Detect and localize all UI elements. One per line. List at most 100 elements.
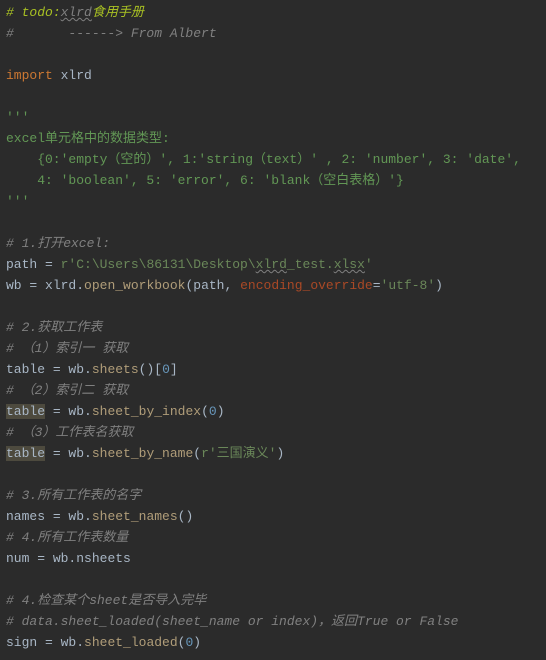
dot: . (84, 404, 92, 419)
var-table-hl: table (6, 404, 45, 419)
code-line: # todo:xlrd食用手册 (6, 2, 540, 23)
var-wb: wb (6, 278, 22, 293)
dot: . (76, 278, 84, 293)
dot: . (84, 509, 92, 524)
op-eq: = (37, 257, 60, 272)
comment-rest: 食用手册 (92, 5, 144, 20)
code-line: import xlrd (6, 65, 540, 86)
number: 0 (209, 404, 217, 419)
code-line: path = r'C:\Users\86131\Desktop\xlrd_tes… (6, 254, 540, 275)
var-names: names (6, 509, 45, 524)
parens: () (178, 509, 194, 524)
comment: # 1.打开excel: (6, 236, 110, 251)
module-name: xlrd (61, 68, 92, 83)
code-line: # 4.检查某个sheet是否导入完毕 (6, 590, 540, 611)
code-line: sign = wb.sheet_loaded(0) (6, 632, 540, 653)
func-call: sheet_by_index (92, 404, 201, 419)
docstring: {0:'empty（空的）', 1:'string（text）' , 2: 'n… (6, 152, 521, 167)
var-wb: wb (61, 635, 77, 650)
code-line: num = wb.nsheets (6, 548, 540, 569)
bracket: ] (170, 362, 178, 377)
code-line: # （2）索引二 获取 (6, 380, 540, 401)
code-line: # 1.打开excel: (6, 233, 540, 254)
func-call: sheet_loaded (84, 635, 178, 650)
paren: ) (193, 635, 201, 650)
dot: . (84, 362, 92, 377)
comment-hash: # (6, 5, 22, 20)
docstring: excel单元格中的数据类型: (6, 131, 170, 146)
op-eq: = (29, 551, 52, 566)
brackets: ()[ (139, 362, 162, 377)
comment: # ------> From Albert (6, 26, 217, 41)
warn-text: xlrd (61, 5, 92, 20)
code-line: # 4.所有工作表数量 (6, 527, 540, 548)
string: r'C:\Users\86131\Desktop\ (61, 257, 256, 272)
paren: ( (201, 404, 209, 419)
code-line: table = wb.sheets()[0] (6, 359, 540, 380)
arg: path (193, 278, 224, 293)
func-call: sheet_by_name (92, 446, 193, 461)
var-sign: sign (6, 635, 37, 650)
var-wb: wb (68, 362, 84, 377)
comment: # （2）索引二 获取 (6, 383, 128, 398)
docstring-line: excel单元格中的数据类型: (6, 128, 540, 149)
op-eq: = (22, 278, 45, 293)
docstring-line: 4: 'boolean', 5: 'error', 6: 'blank（空白表格… (6, 170, 540, 191)
code-editor[interactable]: # todo:xlrd食用手册 # ------> From Albert im… (6, 2, 540, 653)
triple-quote: ''' (6, 110, 29, 125)
comment: # 2.获取工作表 (6, 320, 102, 335)
op-eq: = (45, 509, 68, 524)
paren: ) (435, 278, 443, 293)
blank-line (6, 464, 540, 485)
paren: ( (193, 446, 201, 461)
code-line: ''' (6, 107, 540, 128)
op-eq: = (45, 446, 68, 461)
string: ' (365, 257, 373, 272)
func-call: open_workbook (84, 278, 185, 293)
var-wb: wb (68, 404, 84, 419)
docstring-line: {0:'empty（空的）', 1:'string（text）' , 2: 'n… (6, 149, 540, 170)
blank-line (6, 296, 540, 317)
string: r'三国演义' (201, 446, 276, 461)
warn-text: xlrd (256, 257, 287, 272)
func-call: sheet_names (92, 509, 178, 524)
comment: # 3.所有工作表的名字 (6, 488, 141, 503)
code-line: names = wb.sheet_names() (6, 506, 540, 527)
comment: # （1）索引一 获取 (6, 341, 128, 356)
code-line: # 2.获取工作表 (6, 317, 540, 338)
var-table: table (6, 362, 45, 377)
code-line: # ------> From Albert (6, 23, 540, 44)
number: 0 (162, 362, 170, 377)
paren: ) (217, 404, 225, 419)
code-line: # （1）索引一 获取 (6, 338, 540, 359)
var-num: num (6, 551, 29, 566)
var-wb: wb (68, 509, 84, 524)
blank-line (6, 44, 540, 65)
comment: # （3）工作表名获取 (6, 425, 133, 440)
var-path: path (6, 257, 37, 272)
code-line: # （3）工作表名获取 (6, 422, 540, 443)
blank-line (6, 212, 540, 233)
dot: . (76, 635, 84, 650)
todo-tag: todo: (22, 5, 61, 20)
code-line: ''' (6, 191, 540, 212)
comma: , (225, 278, 241, 293)
code-line: wb = xlrd.open_workbook(path, encoding_o… (6, 275, 540, 296)
op-eq: = (45, 404, 68, 419)
var-table-hl: table (6, 446, 45, 461)
func-call: sheets (92, 362, 139, 377)
comment: # 4.检查某个sheet是否导入完毕 (6, 593, 206, 608)
blank-line (6, 86, 540, 107)
paren: ) (276, 446, 284, 461)
code-line: table = wb.sheet_by_index(0) (6, 401, 540, 422)
attr: nsheets (76, 551, 131, 566)
code-line: # data.sheet_loaded(sheet_name or index)… (6, 611, 540, 632)
string: _test. (287, 257, 334, 272)
keyword-import: import (6, 68, 61, 83)
docstring: 4: 'boolean', 5: 'error', 6: 'blank（空白表格… (6, 173, 404, 188)
kwarg: encoding_override (240, 278, 373, 293)
comment: # 4.所有工作表数量 (6, 530, 128, 545)
warn-text: xlsx (334, 257, 365, 272)
op-eq: = (45, 362, 68, 377)
code-line: table = wb.sheet_by_name(r'三国演义') (6, 443, 540, 464)
